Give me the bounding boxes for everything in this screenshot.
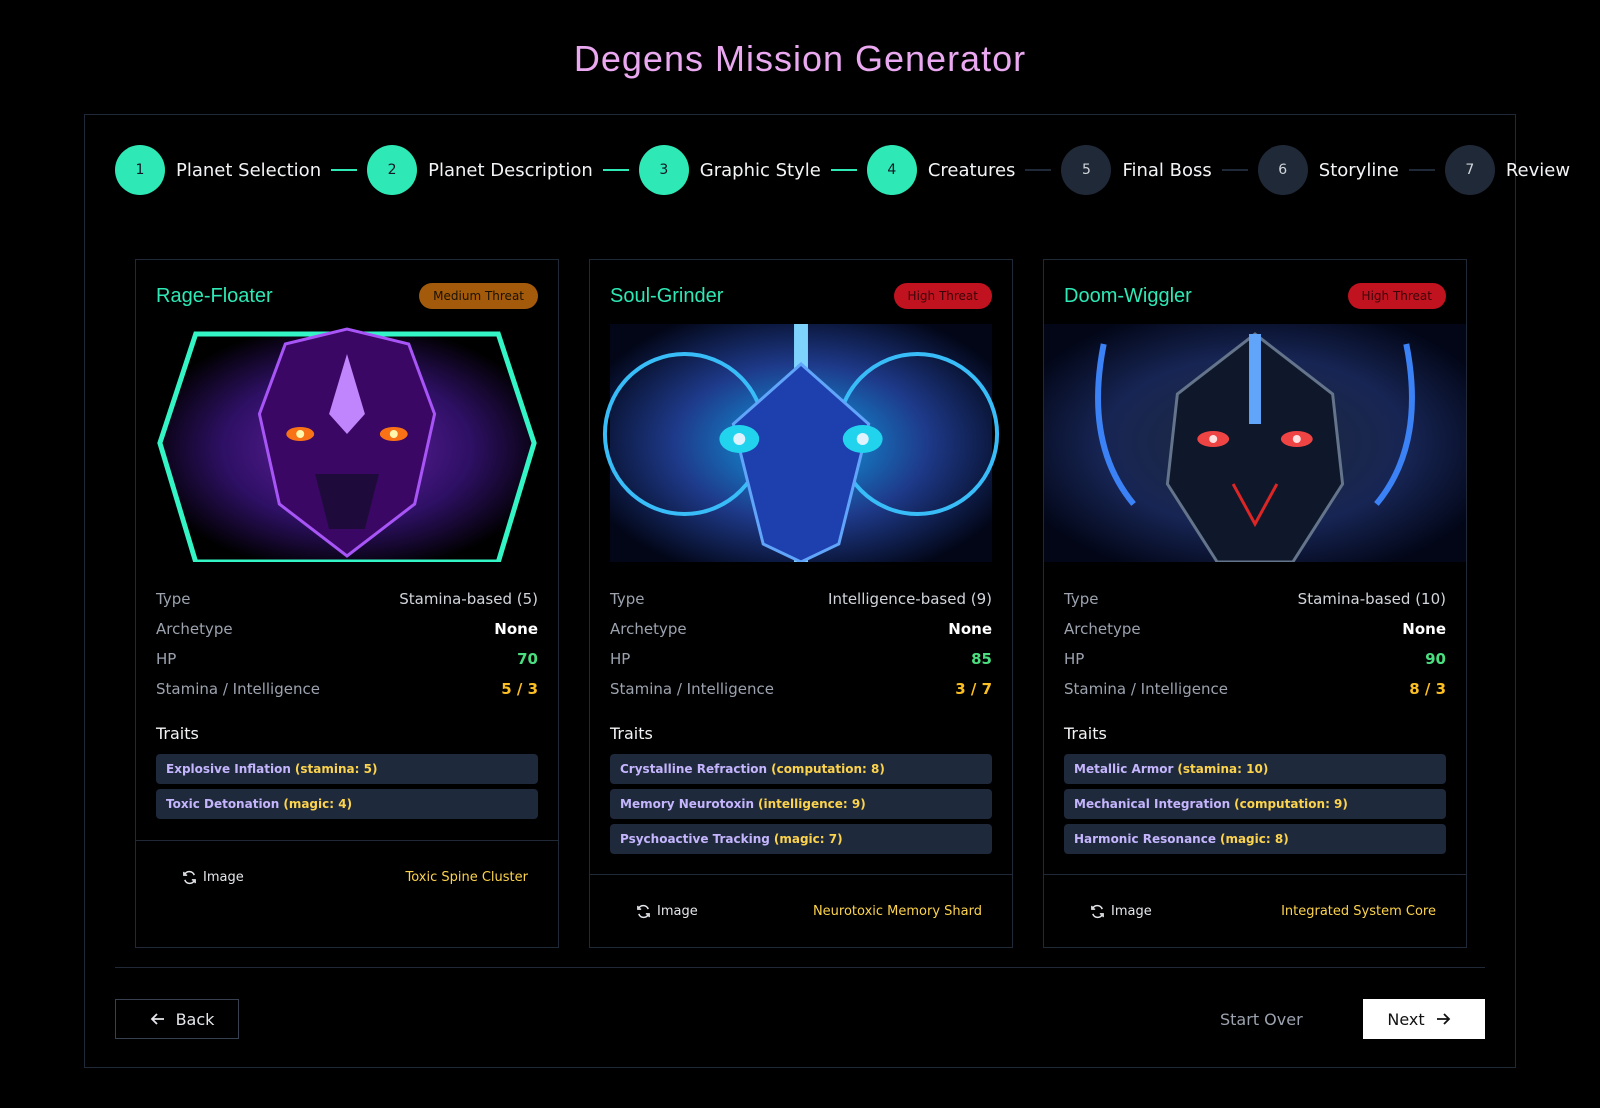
loot-item: Toxic Spine Cluster [405, 870, 529, 885]
trait-item: Metallic Armor (stamina: 10) [1064, 754, 1446, 784]
stat-type: Type Intelligence-based (9) [610, 590, 992, 608]
step-label: Final Boss [1122, 159, 1212, 181]
traits-list: Explosive Inflation (stamina: 5) Toxic D… [136, 748, 558, 819]
step-connector [1025, 169, 1052, 171]
creature-cards: Rage-Floater Medium Threat Type Stamina-… [135, 259, 1467, 948]
threat-badge: Medium Threat [419, 283, 538, 309]
stat-type: Type Stamina-based (5) [156, 590, 538, 608]
stat-hp: HP 90 [1064, 650, 1446, 668]
step-planet-selection[interactable]: 1 Planet Selection [115, 145, 321, 195]
regenerate-image-button[interactable]: Image [182, 870, 244, 885]
trait-item: Psychoactive Tracking (magic: 7) [610, 824, 992, 854]
regenerate-image-button[interactable]: Image [1090, 904, 1152, 919]
trait-item: Explosive Inflation (stamina: 5) [156, 754, 538, 784]
step-number: 2 [367, 145, 418, 195]
step-connector [602, 169, 629, 171]
step-number: 6 [1257, 145, 1308, 195]
creature-image [136, 324, 558, 562]
refresh-icon [637, 904, 650, 919]
step-connector [1408, 169, 1435, 171]
step-label: Planet Selection [176, 159, 322, 181]
creature-name: Rage-Floater [156, 284, 273, 307]
stepper: 1 Planet Selection 2 Planet Description … [115, 145, 1570, 195]
wizard-panel: 1 Planet Selection 2 Planet Description … [84, 114, 1570, 1068]
blue-creature-portrait-icon [590, 324, 1012, 562]
trait-item: Memory Neurotoxin (intelligence: 9) [610, 789, 992, 819]
loot-item: Neurotoxic Memory Shard [812, 904, 982, 919]
step-label: Review [1505, 159, 1571, 181]
stat-stamina-intelligence: Stamina / Intelligence 3 / 7 [610, 680, 992, 698]
creature-card-rage-floater: Rage-Floater Medium Threat Type Stamina-… [135, 259, 559, 948]
trait-item: Crystalline Refraction (computation: 8) [610, 754, 992, 784]
step-connector [830, 169, 857, 171]
threat-badge: High Threat [1347, 283, 1446, 309]
step-number: 5 [1061, 145, 1112, 195]
stat-stamina-intelligence: Stamina / Intelligence 5 / 3 [156, 680, 538, 698]
creature-name: Doom-Wiggler [1064, 284, 1192, 307]
step-label: Graphic Style [699, 159, 821, 181]
step-connector [1221, 169, 1248, 171]
red-eyed-creature-portrait-icon [1044, 324, 1466, 562]
stat-type: Type Stamina-based (10) [1064, 590, 1446, 608]
refresh-icon [183, 870, 196, 885]
traits-heading: Traits [610, 724, 653, 743]
step-storyline[interactable]: 6 Storyline [1257, 145, 1399, 195]
stat-archetype: Archetype None [1064, 620, 1446, 638]
refresh-icon [1091, 904, 1104, 919]
step-review[interactable]: 7 Review [1444, 145, 1571, 195]
traits-heading: Traits [1064, 724, 1107, 743]
step-number: 3 [638, 145, 689, 195]
footer-divider [115, 967, 1485, 968]
next-button[interactable]: Next [1363, 999, 1485, 1039]
step-final-boss[interactable]: 5 Final Boss [1061, 145, 1212, 195]
page-title: Degens Mission Generator [573, 38, 1027, 79]
traits-list: Metallic Armor (stamina: 10) Mechanical … [1044, 748, 1466, 854]
step-label: Storyline [1318, 159, 1399, 181]
step-number: 4 [866, 145, 917, 195]
creature-card-soul-grinder: Soul-Grinder High Threat Type Intelligen… [589, 259, 1013, 948]
step-planet-description[interactable]: 2 Planet Description [367, 145, 593, 195]
stat-archetype: Archetype None [156, 620, 538, 638]
creature-name: Soul-Grinder [610, 284, 724, 307]
step-graphic-style[interactable]: 3 Graphic Style [638, 145, 821, 195]
loot-item: Integrated System Core [1281, 904, 1436, 919]
step-label: Creatures [927, 159, 1016, 181]
card-footer: Image Integrated System Core [1044, 874, 1466, 948]
card-footer: Image Toxic Spine Cluster [136, 840, 558, 914]
arrow-right-icon [1436, 1013, 1450, 1025]
back-button[interactable]: Back [115, 999, 239, 1039]
stat-hp: HP 70 [156, 650, 538, 668]
card-footer: Image Neurotoxic Memory Shard [590, 874, 1012, 948]
step-number: 7 [1444, 145, 1495, 195]
trait-item: Mechanical Integration (computation: 9) [1064, 789, 1446, 819]
trait-item: Toxic Detonation (magic: 4) [156, 789, 538, 819]
step-creatures[interactable]: 4 Creatures [866, 145, 1016, 195]
stat-archetype: Archetype None [610, 620, 992, 638]
threat-badge: High Threat [893, 283, 992, 309]
creature-card-doom-wiggler: Doom-Wiggler High Threat Type Stamina-ba… [1043, 259, 1467, 948]
step-number: 1 [115, 145, 165, 195]
traits-heading: Traits [156, 724, 199, 743]
arrow-left-icon [150, 1013, 164, 1025]
creature-image [590, 324, 1012, 562]
step-label: Planet Description [428, 159, 593, 181]
stat-hp: HP 85 [610, 650, 992, 668]
stat-stamina-intelligence: Stamina / Intelligence 8 / 3 [1064, 680, 1446, 698]
start-over-button[interactable]: Start Over [1220, 999, 1303, 1039]
trait-item: Harmonic Resonance (magic: 8) [1064, 824, 1446, 854]
traits-list: Crystalline Refraction (computation: 8) … [590, 748, 1012, 854]
regenerate-image-button[interactable]: Image [636, 904, 698, 919]
creature-image [1044, 324, 1466, 562]
purple-creature-portrait-icon [136, 324, 558, 562]
step-connector [331, 169, 358, 171]
